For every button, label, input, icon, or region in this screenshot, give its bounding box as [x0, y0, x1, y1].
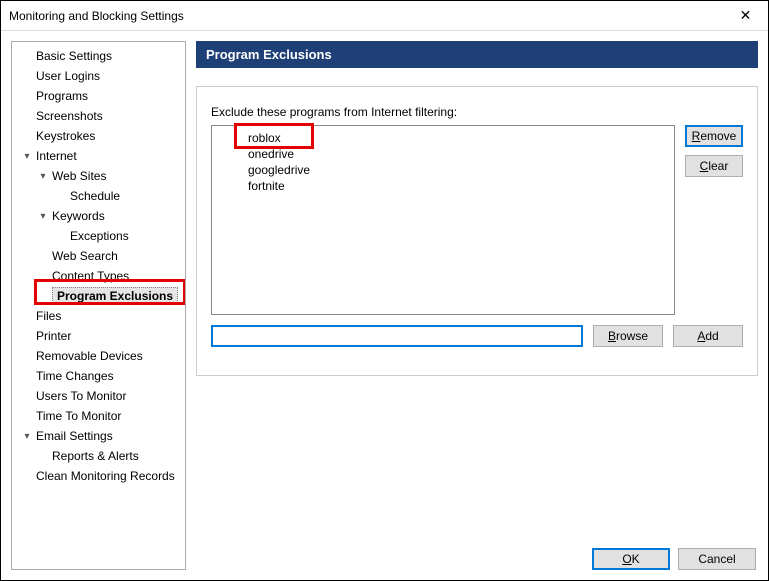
group-label: Exclude these programs from Internet fil…: [211, 105, 743, 119]
nav-keystrokes[interactable]: Keystrokes: [12, 126, 185, 146]
nav-reports-alerts[interactable]: Reports & Alerts: [12, 446, 185, 466]
remove-button[interactable]: Remove: [685, 125, 743, 147]
nav-programs[interactable]: Programs: [12, 86, 185, 106]
nav-printer[interactable]: Printer: [12, 326, 185, 346]
close-button[interactable]: ✕: [723, 1, 768, 30]
clear-button[interactable]: Clear: [685, 155, 743, 177]
nav-user-logins[interactable]: User Logins: [12, 66, 185, 86]
nav-schedule[interactable]: Schedule: [12, 186, 185, 206]
list-item[interactable]: googledrive: [248, 162, 674, 178]
nav-exceptions[interactable]: Exceptions: [12, 226, 185, 246]
nav-content-types[interactable]: Content Types: [12, 266, 185, 286]
add-button[interactable]: Add: [673, 325, 743, 347]
ok-button[interactable]: OK: [592, 548, 670, 570]
nav-email-settings[interactable]: ▾Email Settings: [12, 426, 185, 446]
nav-screenshots[interactable]: Screenshots: [12, 106, 185, 126]
nav-tree: Basic Settings User Logins Programs Scre…: [12, 46, 185, 486]
dialog-footer: OK Cancel: [592, 548, 756, 570]
list-item[interactable]: roblox: [248, 130, 674, 146]
browse-button[interactable]: Browse: [593, 325, 663, 347]
nav-clean-records[interactable]: Clean Monitoring Records: [12, 466, 185, 486]
exclusions-listbox[interactable]: roblox onedrive googledrive fortnite: [211, 125, 675, 315]
program-path-input[interactable]: [211, 325, 583, 347]
nav-removable-devices[interactable]: Removable Devices: [12, 346, 185, 366]
nav-web-sites[interactable]: ▾Web Sites: [12, 166, 185, 186]
nav-basic-settings[interactable]: Basic Settings: [12, 46, 185, 66]
titlebar: Monitoring and Blocking Settings ✕: [1, 1, 768, 31]
window-body: Basic Settings User Logins Programs Scre…: [1, 31, 768, 580]
nav-web-search[interactable]: Web Search: [12, 246, 185, 266]
list-item[interactable]: onedrive: [248, 146, 674, 162]
settings-window: Monitoring and Blocking Settings ✕ Basic…: [0, 0, 769, 581]
chevron-down-icon: ▾: [20, 429, 34, 443]
exclusions-group: Exclude these programs from Internet fil…: [196, 86, 758, 376]
chevron-down-icon: ▾: [36, 209, 50, 223]
cancel-button[interactable]: Cancel: [678, 548, 756, 570]
window-title: Monitoring and Blocking Settings: [9, 9, 184, 23]
nav-keywords[interactable]: ▾Keywords: [12, 206, 185, 226]
chevron-down-icon: ▾: [20, 149, 34, 163]
list-item[interactable]: fortnite: [248, 178, 674, 194]
nav-users-to-monitor[interactable]: Users To Monitor: [12, 386, 185, 406]
close-icon: ✕: [740, 7, 752, 24]
main-panel: Program Exclusions Exclude these program…: [196, 41, 758, 570]
nav-time-to-monitor[interactable]: Time To Monitor: [12, 406, 185, 426]
nav-time-changes[interactable]: Time Changes: [12, 366, 185, 386]
nav-files[interactable]: Files: [12, 306, 185, 326]
nav-internet[interactable]: ▾Internet: [12, 146, 185, 166]
nav-program-exclusions[interactable]: Program Exclusions: [12, 286, 185, 306]
sidebar: Basic Settings User Logins Programs Scre…: [11, 41, 186, 570]
section-header: Program Exclusions: [196, 41, 758, 68]
chevron-down-icon: ▾: [36, 169, 50, 183]
